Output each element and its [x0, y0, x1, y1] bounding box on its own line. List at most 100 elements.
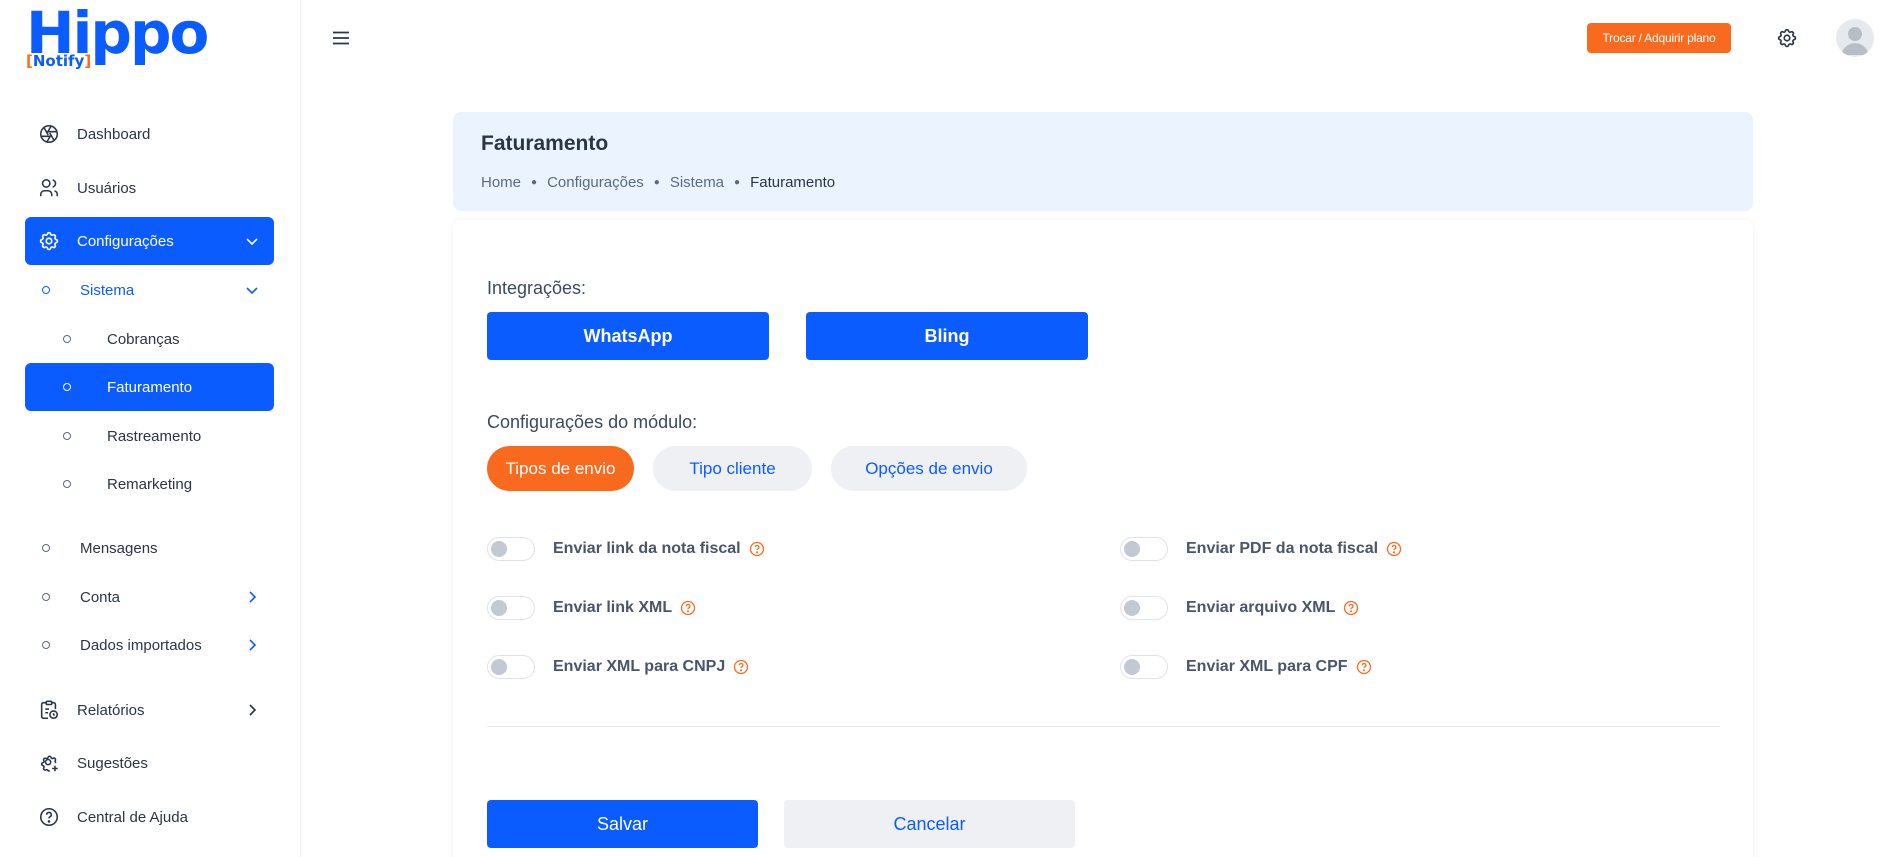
sidebar-item-label: Rastreamento — [107, 427, 202, 445]
whatsapp-integration-button[interactable]: WhatsApp — [487, 312, 769, 360]
toggle-row-xml-cnpj: Enviar XML para CNPJ — [487, 653, 749, 681]
toggle-label: Enviar link da nota fiscal — [553, 540, 741, 557]
sidebar-item-cobrancas[interactable]: Cobranças — [25, 315, 274, 363]
sidebar-item-rastreamento[interactable]: Rastreamento — [25, 412, 274, 460]
sidebar-item-faturamento[interactable]: Faturamento — [25, 363, 274, 411]
help-icon[interactable] — [749, 541, 765, 557]
logo-bracket-close: ] — [84, 52, 92, 70]
breadcrumb-link-sistema[interactable]: Sistema — [670, 174, 724, 191]
tab-opcoes-de-envio[interactable]: Opções de envio — [831, 446, 1027, 491]
toggle-row-link-nota-fiscal: Enviar link da nota fiscal — [487, 535, 765, 563]
sidebar-item-relatorios[interactable]: Relatórios — [25, 686, 274, 734]
breadcrumb-separator: ● — [531, 177, 538, 188]
tab-tipo-cliente[interactable]: Tipo cliente — [653, 446, 812, 491]
logo-subtitle: [Notify] — [26, 52, 91, 70]
chevron-down-icon — [244, 282, 260, 298]
bullet-icon — [63, 480, 71, 488]
sidebar-item-sistema[interactable]: Sistema — [25, 266, 274, 314]
divider — [487, 726, 1720, 727]
sidebar-item-conta[interactable]: Conta — [25, 573, 274, 621]
sidebar-item-central-de-ajuda[interactable]: Central de Ajuda — [25, 793, 274, 841]
toggle-row-arquivo-xml: Enviar arquivo XML — [1120, 594, 1359, 622]
bullet-icon — [42, 593, 50, 601]
avatar[interactable] — [1836, 19, 1874, 57]
breadcrumb-current: Faturamento — [750, 174, 836, 191]
toggle-switch[interactable] — [487, 537, 535, 561]
bullet-icon — [63, 383, 71, 391]
gear-icon — [37, 229, 61, 253]
logo-subtitle-text: Notify — [32, 52, 85, 70]
aperture-icon — [37, 122, 61, 146]
menu-icon[interactable] — [331, 28, 351, 48]
sidebar-item-label: Usuários — [77, 179, 137, 197]
integrations-label: Integrações: — [487, 278, 587, 298]
breadcrumb: Home ● Configurações ● Sistema ● Faturam… — [481, 174, 835, 191]
sidebar-item-sugestoes[interactable]: Sugestões — [25, 739, 274, 787]
toggle-switch[interactable] — [1120, 596, 1168, 620]
toggle-switch[interactable] — [487, 655, 535, 679]
toggle-knob — [1124, 659, 1140, 675]
sidebar-item-configuracoes[interactable]: Configurações — [25, 217, 274, 265]
toggle-knob — [491, 600, 507, 616]
toggle-switch[interactable] — [1120, 537, 1168, 561]
logo[interactable]: Hippo [Notify] — [26, 0, 209, 74]
toggle-label: Enviar link XML — [553, 599, 673, 616]
breadcrumb-card: Faturamento Home ● Configurações ● Siste… — [453, 112, 1753, 211]
toggle-label: Enviar XML para CNPJ — [553, 658, 726, 675]
bullet-icon — [63, 432, 71, 440]
toggle-switch[interactable] — [487, 596, 535, 620]
change-plan-button[interactable]: Trocar / Adquirir plano — [1587, 23, 1731, 53]
user-avatar-icon — [1841, 27, 1869, 55]
cancel-button[interactable]: Cancelar — [784, 800, 1075, 848]
page-title: Faturamento — [481, 132, 609, 155]
toggle-switch[interactable] — [1120, 655, 1168, 679]
sidebar: Hippo [Notify] Dashboard Usuários Config… — [0, 0, 301, 857]
sidebar-item-dashboard[interactable]: Dashboard — [25, 110, 274, 158]
sidebar-item-label: Mensagens — [80, 539, 158, 557]
chevron-right-icon — [244, 637, 260, 653]
help-icon[interactable] — [1356, 659, 1372, 675]
module-config-label: Configurações do módulo: — [487, 412, 698, 432]
save-button[interactable]: Salvar — [487, 800, 758, 848]
help-icon[interactable] — [1386, 541, 1402, 557]
chevron-down-icon — [244, 233, 260, 249]
sidebar-item-label: Sistema — [80, 281, 135, 299]
sidebar-item-label: Faturamento — [107, 378, 193, 396]
logo-bracket-open: [ — [26, 52, 33, 70]
sidebar-item-label: Remarketing — [107, 475, 193, 493]
bullet-icon — [42, 641, 50, 649]
sidebar-item-label: Cobranças — [107, 330, 180, 348]
help-icon[interactable] — [733, 659, 749, 675]
bullet-icon — [42, 544, 50, 552]
bling-integration-button[interactable]: Bling — [806, 312, 1088, 360]
help-icon[interactable] — [1343, 600, 1359, 616]
sidebar-item-label: Dashboard — [77, 125, 151, 143]
gear-plus-icon — [37, 751, 61, 775]
toggle-row-xml-cpf: Enviar XML para CPF — [1120, 653, 1372, 681]
tab-tipos-de-envio[interactable]: Tipos de envio — [487, 446, 634, 491]
users-icon — [37, 176, 61, 200]
sidebar-item-label: Dados importados — [80, 636, 202, 654]
sidebar-item-usuarios[interactable]: Usuários — [25, 164, 274, 212]
toggle-label: Enviar PDF da nota fiscal — [1186, 540, 1379, 557]
sidebar-item-mensagens[interactable]: Mensagens — [25, 524, 274, 572]
toggle-knob — [1124, 541, 1140, 557]
help-icon[interactable] — [680, 600, 696, 616]
breadcrumb-link-configuracoes[interactable]: Configurações — [547, 174, 644, 191]
sidebar-item-label: Central de Ajuda — [77, 808, 188, 826]
sidebar-item-label: Relatórios — [77, 701, 145, 719]
sidebar-item-remarketing[interactable]: Remarketing — [25, 460, 274, 508]
breadcrumb-link-home[interactable]: Home — [481, 174, 521, 191]
bullet-icon — [42, 286, 50, 294]
help-circle-icon — [37, 805, 61, 829]
toggle-row-link-xml: Enviar link XML — [487, 594, 696, 622]
settings-icon[interactable] — [1776, 27, 1798, 49]
toggle-row-pdf-nota-fiscal: Enviar PDF da nota fiscal — [1120, 535, 1402, 563]
bullet-icon — [63, 335, 71, 343]
chevron-right-icon — [244, 702, 260, 718]
sidebar-item-dados-importados[interactable]: Dados importados — [25, 621, 274, 669]
breadcrumb-separator: ● — [653, 177, 660, 188]
chevron-right-icon — [244, 589, 260, 605]
settings-card: Integrações: WhatsApp Bling Configuraçõe… — [453, 220, 1753, 857]
toggle-label: Enviar XML para CPF — [1186, 658, 1348, 675]
